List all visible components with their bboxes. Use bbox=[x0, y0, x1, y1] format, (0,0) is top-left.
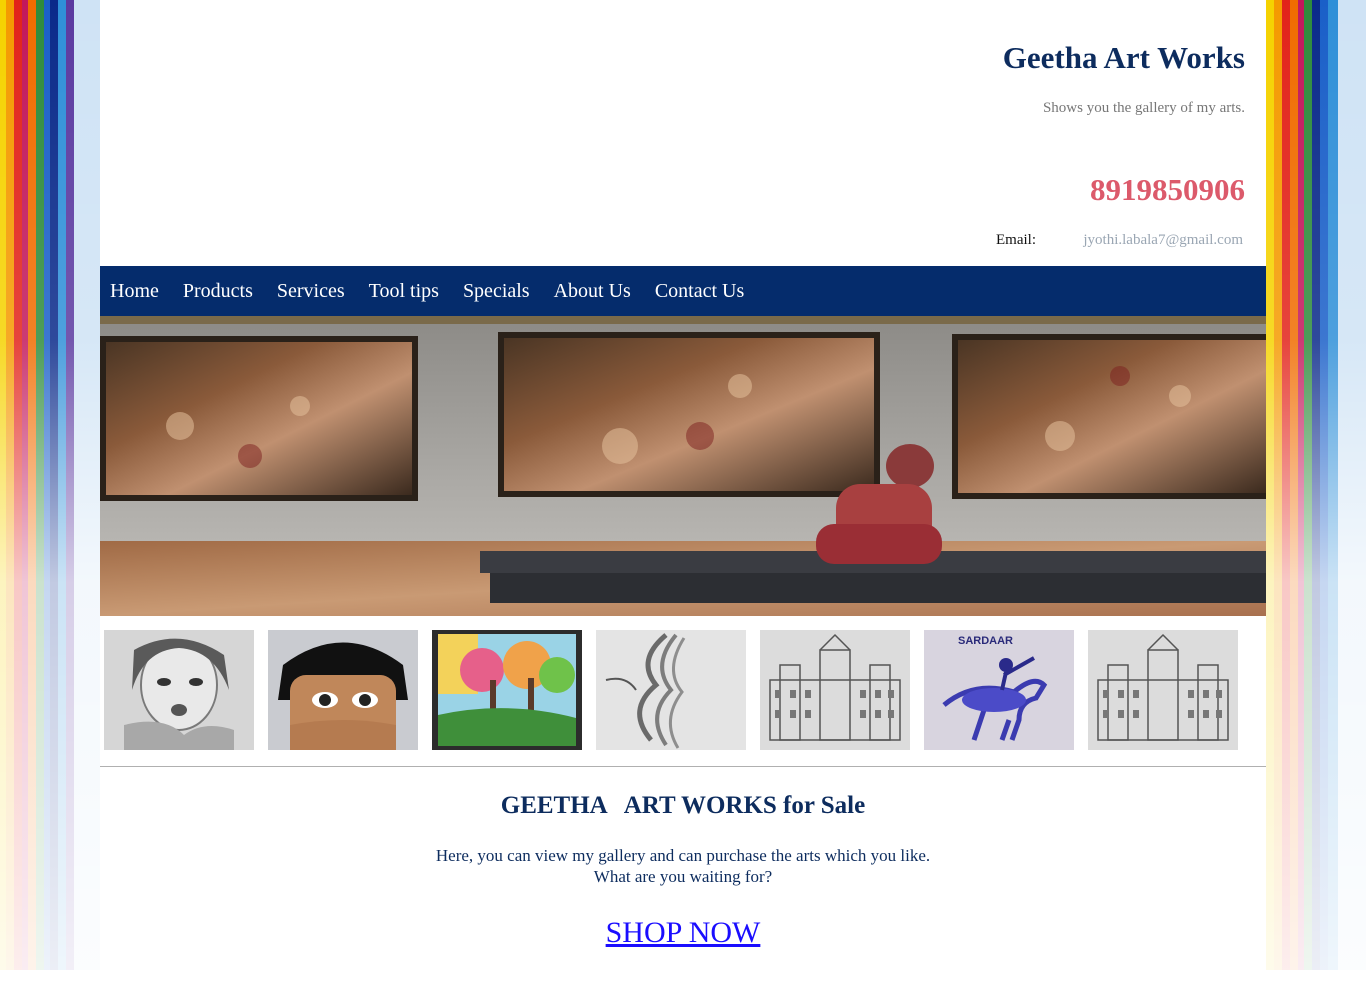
thumbnail-caption: SARDAAR bbox=[958, 635, 1013, 647]
colorful-tree-painting-icon[interactable] bbox=[432, 630, 582, 750]
section-divider bbox=[100, 766, 1266, 767]
email-label: Email: bbox=[996, 232, 1036, 248]
left-rainbow-banner bbox=[0, 0, 100, 970]
hair-sketch-artwork-icon[interactable] bbox=[596, 630, 746, 750]
sale-heading: GEETHA ART WORKS for Sale bbox=[500, 792, 866, 819]
main-navigation: Home Products Services Tool tips Special… bbox=[100, 266, 1266, 316]
sale-description-line2: What are you waiting for? bbox=[593, 867, 773, 886]
nav-tool-tips[interactable]: Tool tips bbox=[369, 280, 439, 303]
painted-eyes-artwork-icon[interactable] bbox=[268, 630, 418, 750]
nav-home[interactable]: Home bbox=[110, 280, 159, 303]
nav-services[interactable]: Services bbox=[277, 280, 345, 303]
horse-rider-sketch-icon[interactable]: SARDAAR bbox=[924, 630, 1074, 750]
shop-now-wrapper: SHOP NOW bbox=[100, 916, 1266, 950]
page-content: Geetha Art Works Shows you the gallery o… bbox=[100, 0, 1266, 982]
site-tagline: Shows you the gallery of my arts. bbox=[1042, 100, 1245, 116]
palace-sketch-artwork-icon[interactable] bbox=[760, 630, 910, 750]
artwork-thumbnails: SARDAAR bbox=[104, 630, 1252, 750]
sale-description-line1: Here, you can view my gallery and can pu… bbox=[435, 846, 931, 865]
hero-gallery-image bbox=[100, 316, 1266, 616]
pencil-sketch-face-artwork-icon[interactable] bbox=[104, 630, 254, 750]
email-address[interactable]: jyothi.labala7@gmail.com bbox=[1083, 232, 1243, 249]
nav-products[interactable]: Products bbox=[183, 280, 253, 303]
shop-now-link[interactable]: SHOP NOW bbox=[606, 916, 761, 949]
right-rainbow-banner bbox=[1266, 0, 1366, 970]
site-title: Geetha Art Works bbox=[1002, 40, 1245, 75]
nav-about-us[interactable]: About Us bbox=[554, 280, 631, 303]
palace-sketch-artwork-icon[interactable] bbox=[1088, 630, 1238, 750]
nav-contact-us[interactable]: Contact Us bbox=[655, 280, 744, 303]
phone-number: 8919850906 bbox=[1090, 172, 1245, 207]
nav-specials[interactable]: Specials bbox=[463, 280, 530, 303]
